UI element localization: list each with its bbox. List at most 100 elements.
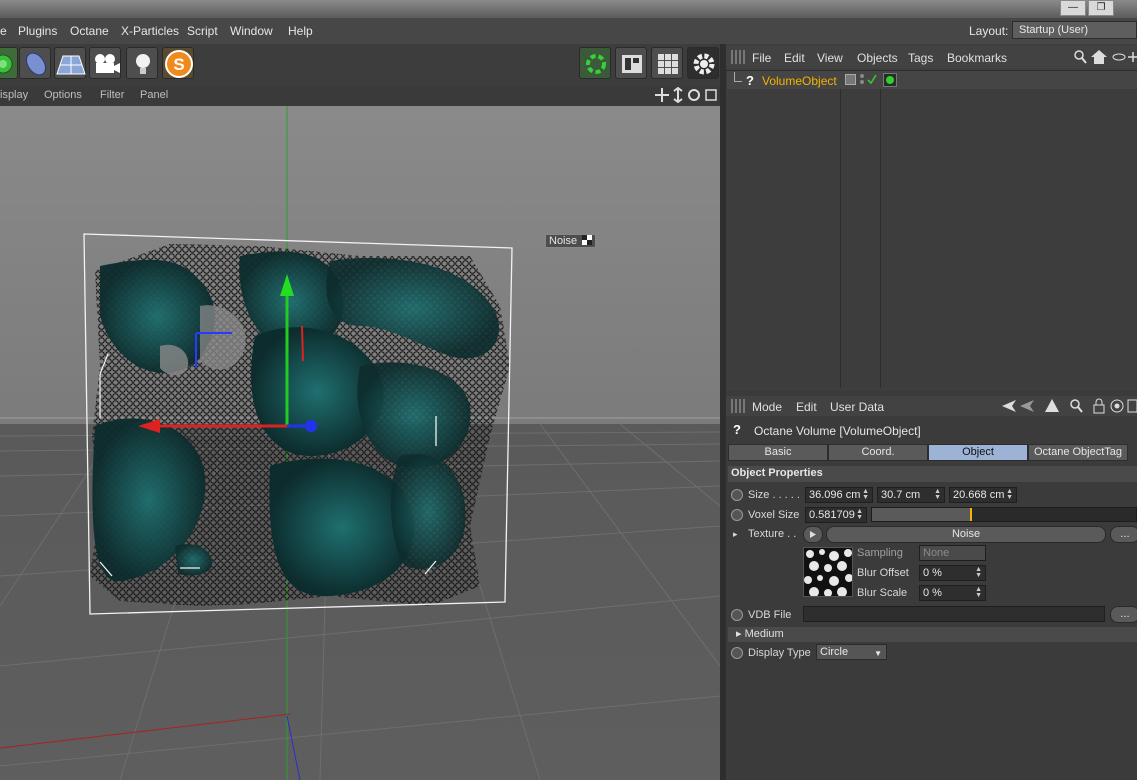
am-menu-mode[interactable]: Mode [752, 400, 782, 414]
spinner-arrows-icon[interactable]: ▲ ▼ [975, 566, 982, 579]
size-x-value: 36.096 cm [809, 489, 861, 501]
blur-scale-label: Blur Scale [857, 587, 908, 599]
octane-s-icon[interactable]: S [162, 47, 194, 79]
om-menu-view[interactable]: View [817, 51, 843, 65]
sampling-select[interactable]: None [919, 545, 986, 561]
display-type-select[interactable]: Circle ▼ [816, 644, 887, 660]
am-menu-edit[interactable]: Edit [796, 400, 817, 414]
attribute-title: Octane Volume [VolumeObject] [754, 424, 921, 438]
spinner-arrows-icon[interactable]: ▲ ▼ [856, 508, 863, 521]
vdb-file-field[interactable] [803, 606, 1105, 622]
home-icon[interactable] [1091, 50, 1107, 64]
object-name[interactable]: VolumeObject [762, 74, 837, 88]
voxel-size-slider[interactable] [871, 507, 1137, 522]
tab-basic-label: Basic [764, 446, 792, 458]
search-icon[interactable] [1070, 399, 1083, 413]
viewport-menu-display[interactable]: isplay [0, 89, 28, 101]
am-menu-user-data[interactable]: User Data [830, 400, 884, 414]
texture-button[interactable]: Noise [826, 526, 1106, 543]
lock-icon[interactable] [1093, 398, 1105, 414]
om-menu-file[interactable]: File [752, 51, 771, 65]
voxel-animate-radio[interactable] [731, 509, 743, 521]
menu-x-particles[interactable]: X-Particles [121, 24, 179, 38]
restore-button[interactable]: ❐ [1088, 0, 1114, 16]
noise-texture-label: Noise [545, 234, 597, 248]
om-menu-edit[interactable]: Edit [784, 51, 805, 65]
tab-coord-label: Coord. [861, 446, 895, 458]
tree-line [734, 72, 742, 82]
up-arrow-icon[interactable] [1045, 399, 1059, 412]
layout-select[interactable]: Startup (User) [1012, 21, 1137, 39]
blur-scale-field[interactable]: 0 % ▲ ▼ [919, 585, 986, 601]
size-animate-radio[interactable] [731, 489, 743, 501]
move-view-icon[interactable] [655, 88, 669, 102]
cloner-icon[interactable] [0, 47, 18, 79]
vdb-browse-button[interactable]: ... [1110, 606, 1137, 623]
spinner-arrows-icon[interactable]: ▲ ▼ [862, 488, 869, 501]
size-label: Size . . . . . [748, 489, 800, 501]
om-menu-objects[interactable]: Objects [857, 51, 898, 65]
search-icon[interactable] [1074, 50, 1087, 64]
rotate-view-icon[interactable] [688, 89, 700, 101]
viewport-menu-panel[interactable]: Panel [140, 89, 168, 101]
vdb-file-label: VDB File [748, 609, 792, 621]
forward-arrow-icon[interactable] [1020, 400, 1034, 412]
noise-label-text: Noise [549, 235, 578, 247]
om-menu-tags[interactable]: Tags [908, 51, 933, 65]
texture-expand-icon[interactable]: ▸ [733, 529, 738, 540]
spinner-arrows-icon[interactable]: ▲ ▼ [1006, 488, 1013, 501]
menu-window[interactable]: Window [230, 24, 273, 38]
blur-offset-field[interactable]: 0 % ▲ ▼ [919, 565, 986, 581]
octane-render-icon[interactable] [579, 47, 611, 79]
viewport-menu-filter[interactable]: Filter [100, 89, 124, 101]
texture-menu-button[interactable] [803, 526, 823, 543]
om-menu-bookmarks[interactable]: Bookmarks [947, 51, 1007, 65]
panel-grip-icon[interactable] [731, 399, 745, 413]
3d-viewport[interactable]: Noise [0, 106, 720, 780]
layer-icon[interactable] [845, 74, 856, 85]
eye-icon[interactable] [1112, 53, 1126, 61]
layout-split-icon[interactable] [615, 47, 647, 79]
visibility-dots-icon[interactable] [858, 72, 878, 86]
menu-script[interactable]: Script [187, 24, 218, 38]
tab-object[interactable]: Object [928, 444, 1028, 461]
spinner-arrows-icon[interactable]: ▲ ▼ [975, 586, 982, 599]
menu-help[interactable]: Help [288, 24, 313, 38]
menu-plugins[interactable]: Plugins [18, 24, 57, 38]
octane-tag-icon[interactable] [883, 73, 897, 87]
voxel-slider-knob[interactable] [969, 508, 972, 521]
panel-grip-icon[interactable] [731, 50, 745, 64]
display-type-animate-radio[interactable] [731, 647, 743, 659]
vdb-animate-radio[interactable] [731, 609, 743, 621]
tab-basic[interactable]: Basic [728, 444, 828, 461]
size-z-field[interactable]: 20.668 cm ▲ ▼ [949, 487, 1017, 503]
deformer-icon[interactable] [19, 47, 51, 79]
floor-icon[interactable] [54, 47, 86, 79]
camera-icon[interactable] [89, 47, 121, 79]
tab-object-label: Object [962, 446, 994, 458]
spinner-arrows-icon[interactable]: ▲ ▼ [934, 488, 941, 501]
title-bar [0, 0, 1137, 18]
tab-coord[interactable]: Coord. [828, 444, 928, 461]
size-x-field[interactable]: 36.096 cm ▲ ▼ [805, 487, 873, 503]
settings-gear-icon[interactable] [687, 47, 719, 79]
medium-group[interactable]: ▸ Medium [728, 627, 1137, 642]
light-icon[interactable] [126, 47, 158, 79]
minimize-button[interactable]: — [1060, 0, 1086, 16]
menu-octane[interactable]: Octane [70, 24, 109, 38]
menu-display[interactable]: e [0, 24, 7, 38]
maximize-view-icon[interactable] [705, 89, 717, 101]
display-type-value: Circle [820, 646, 849, 658]
new-panel-icon[interactable] [1127, 399, 1137, 413]
plus-icon[interactable] [1128, 52, 1137, 62]
back-arrow-icon[interactable] [1002, 400, 1016, 412]
zoom-view-icon[interactable] [673, 86, 683, 104]
grid-layout-icon[interactable] [651, 47, 683, 79]
viewport-menu-options[interactable]: Options [44, 89, 82, 101]
display-type-label: Display Type [748, 647, 811, 659]
size-y-field[interactable]: 30.7 cm ▲ ▼ [877, 487, 945, 503]
tab-octane-objecttag[interactable]: Octane ObjectTag [1028, 444, 1128, 461]
target-icon[interactable] [1110, 399, 1124, 413]
voxel-size-field[interactable]: 0.581709 ▲ ▼ [805, 507, 867, 523]
texture-browse-button[interactable]: ... [1110, 526, 1137, 543]
